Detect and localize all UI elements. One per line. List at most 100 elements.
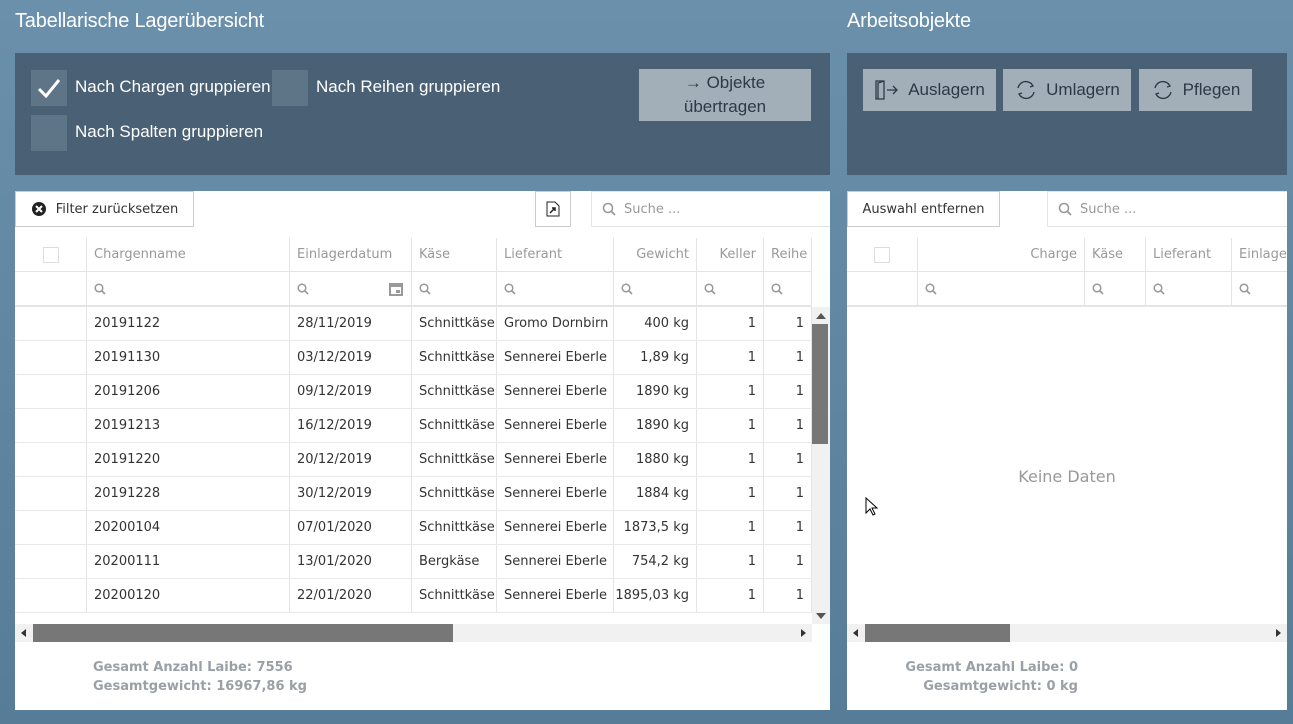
cell-4: 1890 kg <box>614 375 697 408</box>
pflegen-label: Pflegen <box>1182 80 1241 99</box>
column-filter-0[interactable] <box>87 272 290 305</box>
cell-1: 13/01/2020 <box>290 545 412 578</box>
cell-3: Sennerei Eberle <box>497 579 614 612</box>
umlagern-button[interactable]: Umlagern <box>1003 69 1131 111</box>
column-filter-2[interactable] <box>412 272 497 305</box>
pflegen-button[interactable]: Pflegen <box>1139 69 1252 111</box>
select-all-cell[interactable] <box>847 238 918 271</box>
cell-4: 1873,5 kg <box>614 511 697 544</box>
auslagern-label: Auslagern <box>908 80 985 99</box>
column-filter-5[interactable] <box>697 272 764 305</box>
column-header-6[interactable]: Reihe <box>764 238 812 271</box>
total-weight: Gesamtgewicht: 0 kg <box>923 679 1078 694</box>
column-header-4[interactable]: Gewicht <box>614 238 697 271</box>
column-header-0[interactable]: Chargenname <box>87 238 290 271</box>
remove-selection-label: Auswahl entfernen <box>862 201 985 217</box>
cell-4: 754,2 kg <box>614 545 697 578</box>
row-select-cell[interactable] <box>15 443 87 476</box>
search-placeholder: Suche ... <box>624 201 681 217</box>
table-row[interactable]: 20200120 22/01/2020 Schnittkäse Sennerei Eb… <box>15 579 812 613</box>
group-by-row-label[interactable]: Nach Reihen gruppieren <box>316 77 500 97</box>
calendar-icon[interactable] <box>388 281 404 297</box>
table-row[interactable]: 20191228 30/12/2019 Schnittkäse Sennerei Eb… <box>15 477 812 511</box>
row-select-cell[interactable] <box>15 307 87 340</box>
column-header-2[interactable]: Käse <box>412 238 497 271</box>
cell-2: Schnittkäse <box>412 579 497 612</box>
horizontal-scrollbar[interactable] <box>847 624 1287 642</box>
select-all-cell[interactable] <box>15 238 87 271</box>
column-filter-1[interactable] <box>290 272 412 305</box>
horizontal-scroll-thumb[interactable] <box>33 624 453 642</box>
vertical-scroll-thumb[interactable] <box>812 324 828 444</box>
row-select-cell[interactable] <box>15 341 87 374</box>
cell-5: 1 <box>697 443 764 476</box>
group-by-column-checkbox[interactable] <box>31 115 67 151</box>
check-icon <box>37 79 61 99</box>
auslagern-button[interactable]: Auslagern <box>863 69 996 111</box>
remove-selection-button[interactable]: Auswahl entfernen <box>847 191 1000 227</box>
header-row: Chargenname Einlagerdatum Käse Lieferant Gew… <box>15 238 812 272</box>
group-by-row-checkbox[interactable] <box>272 70 308 106</box>
table-row[interactable]: 20191122 28/11/2019 Schnittkäse Gromo Dornb… <box>15 307 812 341</box>
column-filter-3[interactable] <box>497 272 614 305</box>
column-header-3[interactable]: Einlagerdatum <box>1232 238 1287 271</box>
group-by-batch-label[interactable]: Nach Chargen gruppieren <box>75 77 271 97</box>
search-input[interactable]: Suche ... <box>1047 191 1287 227</box>
table-row[interactable]: 20191206 09/12/2019 Schnittkäse Sennerei Eb… <box>15 375 812 409</box>
horizontal-scrollbar[interactable] <box>15 624 812 642</box>
row-select-cell[interactable] <box>15 409 87 442</box>
reset-filter-button[interactable]: Filter zurücksetzen <box>15 191 194 227</box>
search-icon <box>602 202 616 216</box>
row-select-cell[interactable] <box>15 545 87 578</box>
column-filter-1[interactable] <box>1085 272 1146 305</box>
group-by-column-label[interactable]: Nach Spalten gruppieren <box>75 122 263 142</box>
cell-3: Sennerei Eberle <box>497 409 614 442</box>
column-header-3[interactable]: Lieferant <box>497 238 614 271</box>
select-all-checkbox[interactable] <box>42 246 59 263</box>
table-row[interactable]: 20200104 07/01/2020 Schnittkäse Sennerei Eb… <box>15 511 812 545</box>
export-button[interactable] <box>535 191 571 227</box>
select-all-checkbox[interactable] <box>874 246 890 263</box>
umlagern-label: Umlagern <box>1046 80 1120 99</box>
total-count: Gesamt Anzahl Laibe: 7556 <box>93 660 293 675</box>
vertical-scrollbar[interactable] <box>812 307 830 624</box>
column-filter-6[interactable] <box>764 272 812 305</box>
column-header-0[interactable]: Charge <box>918 238 1085 271</box>
cell-2: Schnittkäse <box>412 511 497 544</box>
column-header-5[interactable]: Keller <box>697 238 764 271</box>
column-filter-0[interactable] <box>918 272 1085 305</box>
cell-2: Schnittkäse <box>412 307 497 340</box>
cell-6: 1 <box>764 511 812 544</box>
column-filter-2[interactable] <box>1146 272 1232 305</box>
group-by-batch-checkbox[interactable] <box>31 70 67 106</box>
column-header-2[interactable]: Lieferant <box>1146 238 1232 271</box>
row-select-cell[interactable] <box>15 579 87 612</box>
cell-2: Schnittkäse <box>412 341 497 374</box>
cell-1: 07/01/2020 <box>290 511 412 544</box>
transfer-objects-button[interactable]: → Objekte übertragen <box>639 69 811 121</box>
table-row[interactable]: 20191220 20/12/2019 Schnittkäse Sennerei Eb… <box>15 443 812 477</box>
table-row[interactable]: 20191130 03/12/2019 Schnittkäse Sennerei Eb… <box>15 341 812 375</box>
table-row[interactable]: 20191213 16/12/2019 Schnittkäse Sennerei Eb… <box>15 409 812 443</box>
row-select-cell[interactable] <box>15 477 87 510</box>
column-header-1[interactable]: Käse <box>1085 238 1146 271</box>
cell-1: 03/12/2019 <box>290 341 412 374</box>
row-select-cell[interactable] <box>15 511 87 544</box>
total-weight: Gesamtgewicht: 16967,86 kg <box>93 679 307 694</box>
search-icon <box>771 282 783 295</box>
search-input[interactable]: Suche ... <box>591 191 830 227</box>
search-icon <box>1058 202 1072 216</box>
cell-4: 1,89 kg <box>614 341 697 374</box>
column-filter-4[interactable] <box>614 272 697 305</box>
table-row[interactable]: 20200111 13/01/2020 Bergkäse Sennerei Eberl… <box>15 545 812 579</box>
cell-3: Sennerei Eberle <box>497 341 614 374</box>
column-filter-3[interactable] <box>1232 272 1287 305</box>
column-header-1[interactable]: Einlagerdatum <box>290 238 412 271</box>
horizontal-scroll-thumb[interactable] <box>865 624 1010 642</box>
transfer-label-2: übertragen <box>683 97 767 116</box>
grid-body: 20191122 28/11/2019 Schnittkäse Gromo Dornb… <box>15 307 812 624</box>
cell-4: 400 kg <box>614 307 697 340</box>
cell-2: Schnittkäse <box>412 375 497 408</box>
refresh-icon <box>1017 80 1035 100</box>
row-select-cell[interactable] <box>15 375 87 408</box>
